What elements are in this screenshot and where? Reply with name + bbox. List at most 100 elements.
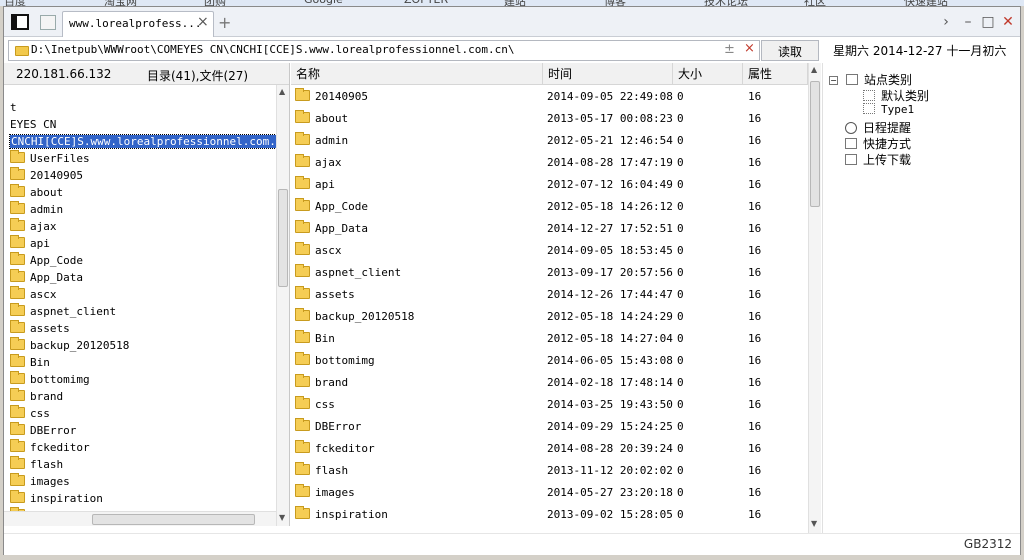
file-row[interactable]: 20140905 2014-09-05 22:49:08 0 16 xyxy=(291,86,807,108)
modified-time-cell: 2014-09-05 18:53:45 xyxy=(547,244,673,257)
file-row[interactable]: inspiration 2013-09-02 15:28:05 0 16 xyxy=(291,504,807,526)
scroll-thumb[interactable] xyxy=(810,81,820,207)
scroll-down-icon[interactable]: ▼ xyxy=(811,519,817,528)
category-item-type1[interactable]: Type1 xyxy=(863,103,914,116)
file-name: admin xyxy=(315,134,349,147)
browser-tab[interactable]: www.lorealprofess... xyxy=(62,11,214,37)
attribute-cell: 16 xyxy=(748,486,762,499)
tree-item-label: EYES CN xyxy=(10,118,57,131)
file-row[interactable]: Bin 2012-05-18 14:27:04 0 16 xyxy=(291,328,807,350)
file-name-cell: bottomimg xyxy=(295,352,375,367)
scroll-up-icon[interactable]: ▲ xyxy=(279,87,285,96)
tree-item[interactable]: css xyxy=(10,405,274,422)
tree-item[interactable]: App_Code xyxy=(10,252,274,269)
close-button[interactable]: ✕ xyxy=(999,13,1017,31)
file-row[interactable]: ascx 2014-09-05 18:53:45 0 16 xyxy=(291,240,807,262)
file-row[interactable]: brand 2014-02-18 17:48:14 0 16 xyxy=(291,372,807,394)
tree-horizontal-scrollbar[interactable] xyxy=(4,511,276,526)
read-button[interactable]: 读取 xyxy=(761,40,819,61)
site-category-root[interactable]: − 站点类别 xyxy=(829,71,912,88)
collapse-icon[interactable]: − xyxy=(829,76,838,85)
tree-item[interactable]: admin xyxy=(10,201,274,218)
tree-item-label: about xyxy=(30,186,64,199)
sidebar-toggle-icon[interactable] xyxy=(11,14,29,30)
folder-icon xyxy=(295,286,310,299)
file-row[interactable]: assets 2014-12-26 17:44:47 0 16 xyxy=(291,284,807,306)
file-row[interactable]: DBError 2014-09-29 15:24:25 0 16 xyxy=(291,416,807,438)
tree-item[interactable]: brand xyxy=(10,388,274,405)
scroll-thumb[interactable] xyxy=(278,189,288,287)
tree-item[interactable]: api xyxy=(10,235,274,252)
tab-close-icon[interactable]: × xyxy=(197,15,209,29)
tree-item-label: api xyxy=(30,237,50,250)
file-name-cell: about xyxy=(295,110,348,125)
file-row[interactable]: flash 2013-11-12 20:02:02 0 16 xyxy=(291,460,807,482)
file-name: flash xyxy=(315,464,349,477)
tree-item[interactable]: DBError xyxy=(10,422,274,439)
file-row[interactable]: admin 2012-05-21 12:46:54 0 16 xyxy=(291,130,807,152)
column-attr[interactable]: 属性 xyxy=(743,63,808,85)
file-row[interactable]: backup_20120518 2012-05-18 14:24:29 0 16 xyxy=(291,306,807,328)
file-row[interactable]: fckeditor 2014-08-28 20:39:24 0 16 xyxy=(291,438,807,460)
folder-icon xyxy=(10,371,25,384)
tree-item[interactable]: EYES CN xyxy=(10,116,274,133)
scroll-up-icon[interactable]: ▲ xyxy=(811,65,817,74)
file-name-cell: assets xyxy=(295,286,355,301)
list-vertical-scrollbar[interactable]: ▲ ▼ xyxy=(808,63,821,533)
webshell-file-manager-window: www.lorealprofess... × + › – □ ✕ D:\Inet… xyxy=(3,6,1021,555)
tree-item[interactable]: backup_20120518 xyxy=(10,337,274,354)
tree-item[interactable]: flash xyxy=(10,456,274,473)
chevron-right-icon[interactable]: › xyxy=(937,13,955,31)
column-size[interactable]: 大小 xyxy=(673,63,743,85)
schedule-reminder-item[interactable]: 日程提醒 xyxy=(845,119,911,136)
tree-item[interactable]: ajax xyxy=(10,218,274,235)
file-row[interactable]: api 2012-07-12 16:04:49 0 16 xyxy=(291,174,807,196)
tree-item[interactable]: images xyxy=(10,473,274,490)
tree-item[interactable]: assets xyxy=(10,320,274,337)
folder-icon xyxy=(295,264,310,277)
new-tab-button[interactable]: + xyxy=(218,13,231,32)
tree-item[interactable]: about xyxy=(10,184,274,201)
schedule-label: 日程提醒 xyxy=(863,121,912,135)
file-row[interactable]: about 2013-05-17 00:08:23 0 16 xyxy=(291,108,807,130)
folder-icon xyxy=(10,473,25,486)
tree-item[interactable]: ascx xyxy=(10,286,274,303)
file-name: aspnet_client xyxy=(315,266,402,279)
column-name[interactable]: 名称 xyxy=(291,63,543,85)
folder-icon xyxy=(10,269,25,282)
expand-icon[interactable]: ± xyxy=(724,42,735,57)
column-time[interactable]: 时间 xyxy=(543,63,673,85)
tree-item[interactable]: inspiration xyxy=(10,490,274,507)
scroll-thumb[interactable] xyxy=(92,514,255,525)
file-row[interactable]: App_Data 2014-12-27 17:52:51 0 16 xyxy=(291,218,807,240)
category-item-default[interactable]: 默认类别 xyxy=(863,87,929,104)
upload-download-item[interactable]: 上传下载 xyxy=(845,151,911,168)
maximize-button[interactable]: □ xyxy=(979,13,997,31)
folder-icon xyxy=(10,235,25,248)
modified-time-cell: 2014-09-29 15:24:25 xyxy=(547,420,673,433)
tree-item[interactable]: UserFiles xyxy=(10,150,274,167)
tree-item[interactable]: t xyxy=(10,99,274,116)
tree-item[interactable]: Bin xyxy=(10,354,274,371)
tree-item[interactable]: aspnet_client xyxy=(10,303,274,320)
file-name-cell: inspiration xyxy=(295,506,388,521)
tree-item[interactable]: bottomimg xyxy=(10,371,274,388)
file-row[interactable]: css 2014-03-25 19:43:50 0 16 xyxy=(291,394,807,416)
shortcuts-item[interactable]: 快捷方式 xyxy=(845,135,911,152)
file-row[interactable]: images 2014-05-27 23:20:18 0 16 xyxy=(291,482,807,504)
folder-icon xyxy=(15,46,29,56)
tree-item[interactable]: App_Data xyxy=(10,269,274,286)
clear-icon[interactable]: × xyxy=(744,41,755,56)
file-row[interactable]: aspnet_client 2013-09-17 20:57:56 0 16 xyxy=(291,262,807,284)
tree-vertical-scrollbar[interactable]: ▲ ▼ xyxy=(276,85,289,526)
scroll-down-icon[interactable]: ▼ xyxy=(279,513,285,522)
minimize-button[interactable]: – xyxy=(959,13,977,31)
tree-item[interactable]: fckeditor xyxy=(10,439,274,456)
tree-item[interactable]: 20140905 xyxy=(10,167,274,184)
path-input[interactable]: D:\Inetpub\WWWroot\COMEYES CN\CNCHI[CCE]… xyxy=(8,40,760,61)
file-row[interactable]: App_Code 2012-05-18 14:26:12 0 16 xyxy=(291,196,807,218)
file-row[interactable]: bottomimg 2014-06-05 15:43:08 0 16 xyxy=(291,350,807,372)
tree-item[interactable]: CNCHI[CCE]S.www.lorealprofessionnel.com.… xyxy=(8,133,289,150)
file-row[interactable]: ajax 2014-08-28 17:47:19 0 16 xyxy=(291,152,807,174)
encoding-label[interactable]: GB2312 xyxy=(964,537,1012,551)
